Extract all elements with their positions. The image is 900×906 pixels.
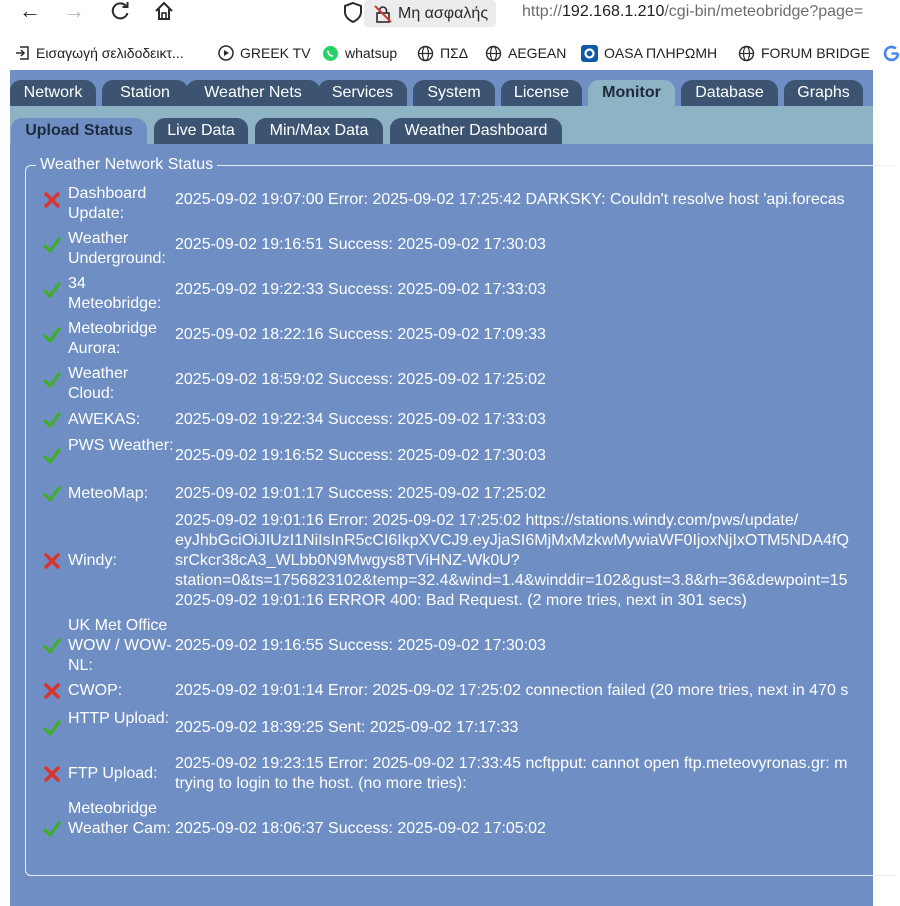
network-status-message: 2025-09-02 19:23:15 Error: 2025-09-02 17… — [175, 755, 848, 792]
network-status-message: 2025-09-02 19:22:34 Success: 2025-09-02 … — [175, 411, 546, 428]
check-icon — [43, 720, 61, 736]
globe-icon — [485, 45, 502, 61]
network-name: MeteoMap: — [68, 485, 149, 502]
subtab-live-data[interactable]: Live Data — [154, 118, 248, 144]
security-label: Μη ασφαλής — [398, 4, 489, 22]
network-name: Windy: — [68, 552, 117, 569]
tab-system[interactable]: System — [413, 80, 495, 106]
bookmark-label: GREEK TV — [240, 45, 311, 61]
network-status-message: 2025-09-02 19:22:33 Success: 2025-09-02 … — [175, 281, 546, 298]
network-status-message: 2025-09-02 19:16:52 Success: 2025-09-02 … — [175, 447, 546, 464]
back-arrow-icon[interactable]: ← — [16, 0, 44, 24]
check-icon — [43, 372, 61, 388]
insecure-lock-icon — [374, 4, 392, 23]
network-name: Meteobridge Weather Cam: — [68, 800, 171, 837]
check-icon — [43, 237, 61, 253]
tab-weather-nets[interactable]: Weather Nets — [186, 80, 320, 106]
address-bar[interactable]: Μη ασφαλής http://192.168.1.210/cgi-bin/… — [364, 0, 900, 27]
url-host: 192.168.1.210 — [562, 3, 665, 20]
check-icon — [43, 327, 61, 343]
subtab-weather-dashboard[interactable]: Weather Dashboard — [390, 118, 562, 144]
network-status-message: 2025-09-02 19:01:16 Error: 2025-09-02 17… — [175, 512, 849, 609]
oasa-logo-icon — [581, 44, 598, 62]
network-name: Weather Cloud: — [68, 365, 129, 402]
whatsapp-icon — [323, 45, 338, 61]
check-icon — [43, 486, 61, 502]
network-status-message: 2025-09-02 18:39:25 Sent: 2025-09-02 17:… — [175, 719, 519, 736]
url-path: /cgi-bin/meteobridge?page= — [664, 3, 864, 20]
import-icon — [16, 46, 29, 60]
cross-icon — [44, 553, 60, 569]
bookmark-label: AEGEAN — [508, 45, 567, 61]
check-icon — [43, 638, 61, 654]
cross-icon — [44, 192, 60, 208]
tab-services[interactable]: Services — [318, 80, 407, 106]
tab-license[interactable]: License — [501, 80, 582, 106]
network-name: PWS Weather: — [68, 437, 174, 454]
status-list: Dashboard Update: 2025-09-02 19:07:00 Err… — [26, 170, 873, 870]
network-name: CWOP: — [68, 682, 123, 699]
bookmark-aegean[interactable]: AEGEAN — [485, 40, 566, 66]
forward-arrow-icon[interactable]: → — [60, 0, 88, 24]
bookmark-greek-tv[interactable]: GREEK TV — [218, 40, 311, 66]
bookmark-forum-bridge[interactable]: FORUM BRIDGE — [738, 40, 870, 66]
check-icon — [43, 282, 61, 298]
play-icon — [218, 45, 234, 61]
network-status-message: 2025-09-02 18:06:37 Success: 2025-09-02 … — [175, 820, 546, 837]
check-icon — [43, 448, 61, 464]
subtab-upload-status[interactable]: Upload Status — [11, 118, 147, 144]
bookmark-import[interactable]: Εισαγωγή σελιδοδεικτ... — [14, 40, 184, 66]
shield-icon[interactable] — [342, 1, 364, 24]
tab-monitor[interactable]: Monitor — [588, 80, 675, 106]
bookmark-whatsup[interactable]: whatsup — [322, 40, 397, 66]
bookmark-label: Εισαγωγή σελιδοδεικτ... — [36, 45, 184, 61]
browser-toolbar: ← → Μη ασφαλής http://192.168.1.210/cgi-… — [0, 0, 900, 31]
bookmark-psd[interactable]: ΠΣΔ — [417, 40, 468, 66]
url-prefix: http:// — [522, 3, 563, 20]
tab-station[interactable]: Station — [102, 80, 188, 106]
network-status-message: 2025-09-02 19:01:17 Success: 2025-09-02 … — [175, 485, 546, 502]
network-name: AWEKAS: — [68, 411, 141, 428]
network-name: FTP Upload: — [68, 765, 158, 782]
globe-icon — [417, 45, 434, 61]
check-icon — [43, 412, 61, 428]
network-status-message: 2025-09-02 19:01:14 Error: 2025-09-02 17… — [175, 682, 849, 699]
network-name: Meteobridge Aurora: — [68, 320, 157, 357]
globe-icon — [738, 45, 755, 61]
cross-icon — [44, 766, 60, 782]
bookmark-oasa[interactable]: OASA ΠΛΗΡΩΜΗ — [581, 40, 717, 66]
network-name: UK Met Office WOW / WOW-NL: — [68, 617, 172, 674]
cross-icon — [44, 683, 60, 699]
network-status-message: 2025-09-02 18:22:16 Success: 2025-09-02 … — [175, 326, 546, 343]
google-icon — [883, 45, 900, 61]
network-status-message: 2025-09-02 18:59:02 Success: 2025-09-02 … — [175, 371, 546, 388]
security-indicator[interactable]: Μη ασφαλής — [364, 0, 497, 27]
network-name: Weather Underground: — [68, 230, 166, 267]
bookmark-label: ΠΣΔ — [440, 45, 469, 61]
tab-graphs[interactable]: Graphs — [784, 80, 863, 106]
bookmark-label: OASA ΠΛΗΡΩΜΗ — [604, 45, 718, 61]
network-status-message: 2025-09-02 19:07:00 Error: 2025-09-02 17… — [175, 191, 845, 208]
home-icon[interactable] — [150, 0, 178, 24]
url-text[interactable]: http://192.168.1.210/cgi-bin/meteobridge… — [522, 3, 863, 21]
bookmark-google[interactable] — [883, 40, 900, 66]
network-status-message: 2025-09-02 19:16:55 Success: 2025-09-02 … — [175, 637, 546, 654]
tab-database[interactable]: Database — [681, 80, 778, 106]
bookmarks-bar: Εισαγωγή σελιδοδεικτ... GREEK TV whatsup… — [0, 40, 900, 66]
network-name: Dashboard Update: — [68, 185, 147, 222]
bookmark-label: FORUM BRIDGE — [761, 45, 870, 61]
network-status-message: 2025-09-02 19:16:51 Success: 2025-09-02 … — [175, 236, 546, 253]
network-name: 34 Meteobridge: — [68, 275, 162, 312]
subtab-min-max-data[interactable]: Min/Max Data — [255, 118, 383, 144]
reload-icon[interactable] — [106, 0, 134, 24]
network-name: HTTP Upload: — [68, 710, 170, 727]
bookmark-label: whatsup — [345, 45, 398, 61]
check-icon — [43, 821, 61, 837]
tab-network[interactable]: Network — [10, 80, 96, 106]
